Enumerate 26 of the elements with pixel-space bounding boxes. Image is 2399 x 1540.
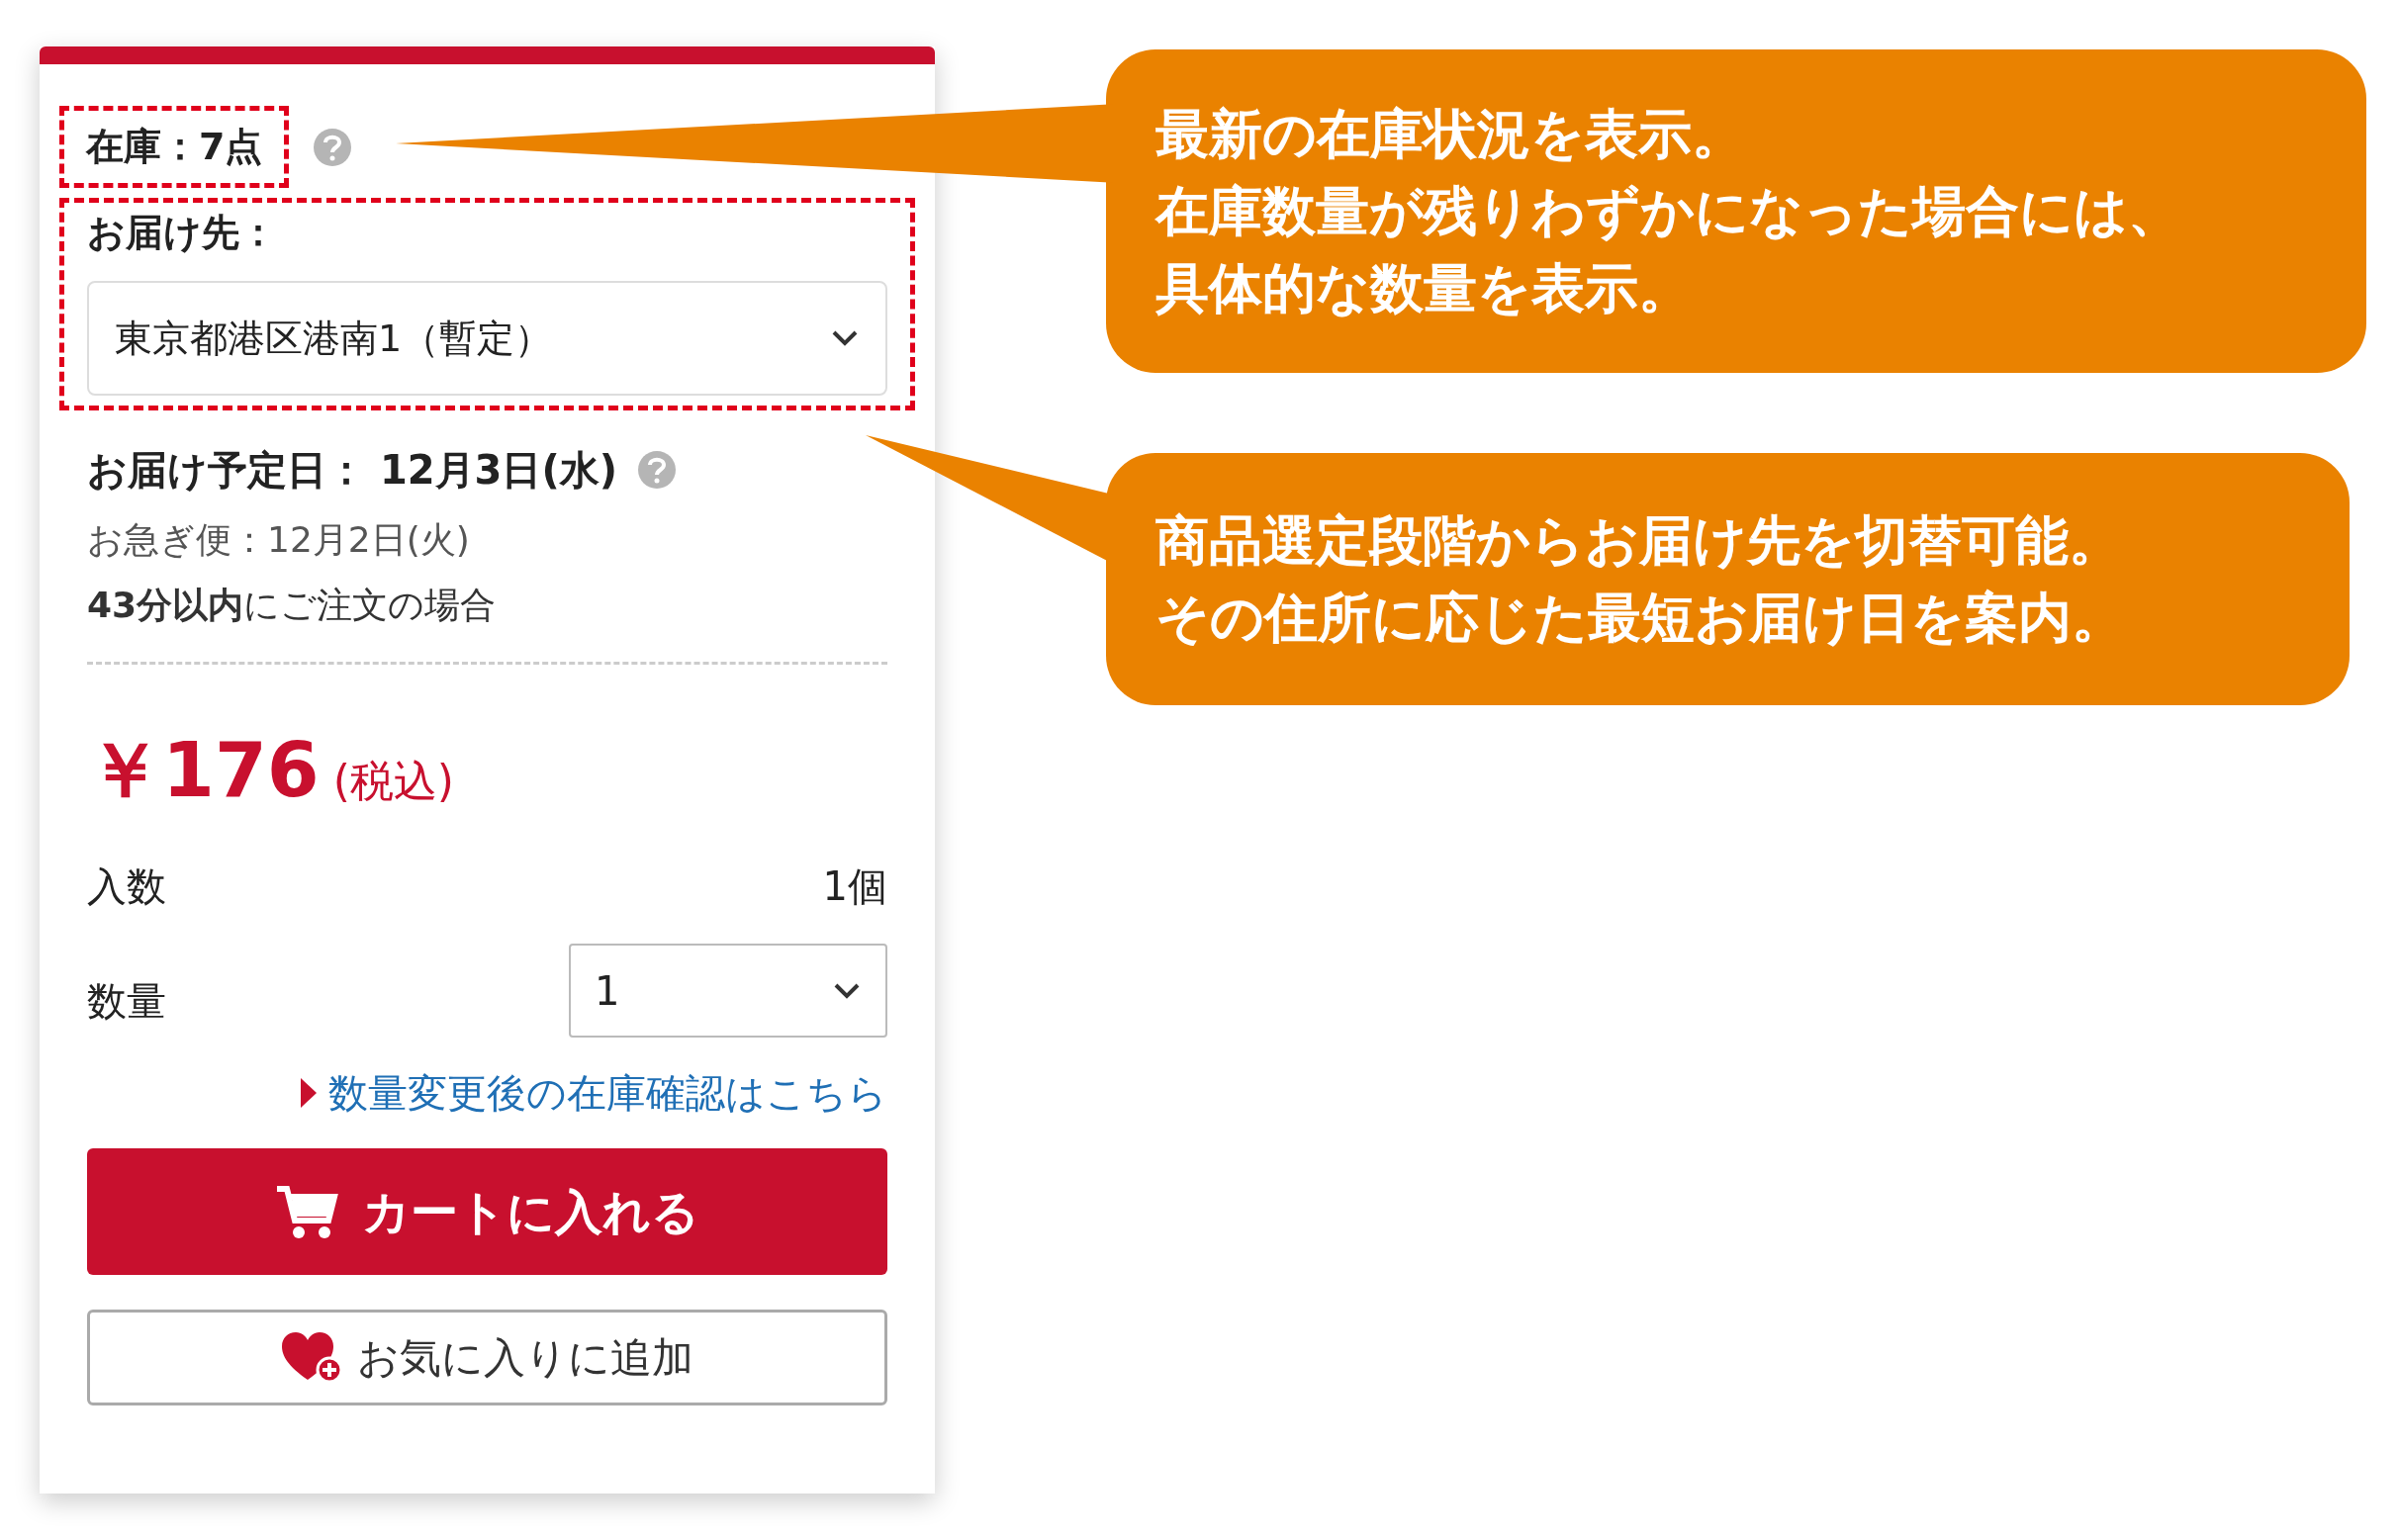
cart-icon <box>275 1183 338 1240</box>
help-icon[interactable] <box>313 127 353 167</box>
destination-label: お届け先： <box>87 210 278 256</box>
contents-value: 1個 <box>822 862 887 911</box>
callout-text: 商品選定段階からお届け先を切替可能。 <box>1155 507 2123 574</box>
triangle-icon <box>301 1078 317 1108</box>
tax-note: (税込) <box>332 755 454 808</box>
express-delivery: お急ぎ便：12月2日(火) <box>87 518 471 562</box>
stock-check-link[interactable]: 数量変更後の在庫確認はこちら <box>328 1063 887 1123</box>
contents-label: 入数 <box>87 862 166 911</box>
callout-text: 在庫数量が残りわずかになった場合には、 <box>1155 178 2181 244</box>
order-deadline: 43分以内にご注文の場合 <box>87 584 498 627</box>
callout-text: 最新の在庫状況を表示。 <box>1155 101 1746 167</box>
help-icon[interactable] <box>637 450 677 490</box>
address-select[interactable]: 東京都港区港南1（暫定） <box>87 281 887 396</box>
add-to-favorites-button[interactable]: お気に入りに追加 <box>87 1310 887 1405</box>
callout-text: その住所に応じた最短お届け日を案内。 <box>1155 585 2125 651</box>
add-to-cart-button[interactable]: カートに入れる <box>87 1148 887 1275</box>
callout-text: 具体的な数量を表示。 <box>1155 255 1693 321</box>
price: ￥176 <box>87 725 320 816</box>
quantity-select[interactable]: 1 <box>569 944 887 1038</box>
heart-plus-icon <box>281 1331 341 1384</box>
delivery-date: お届け予定日： 12月3日(水) <box>87 446 617 495</box>
quantity-label: 数量 <box>87 976 166 1026</box>
stock-label: 在庫：7点 <box>86 125 263 168</box>
chevron-down-icon <box>830 328 860 348</box>
